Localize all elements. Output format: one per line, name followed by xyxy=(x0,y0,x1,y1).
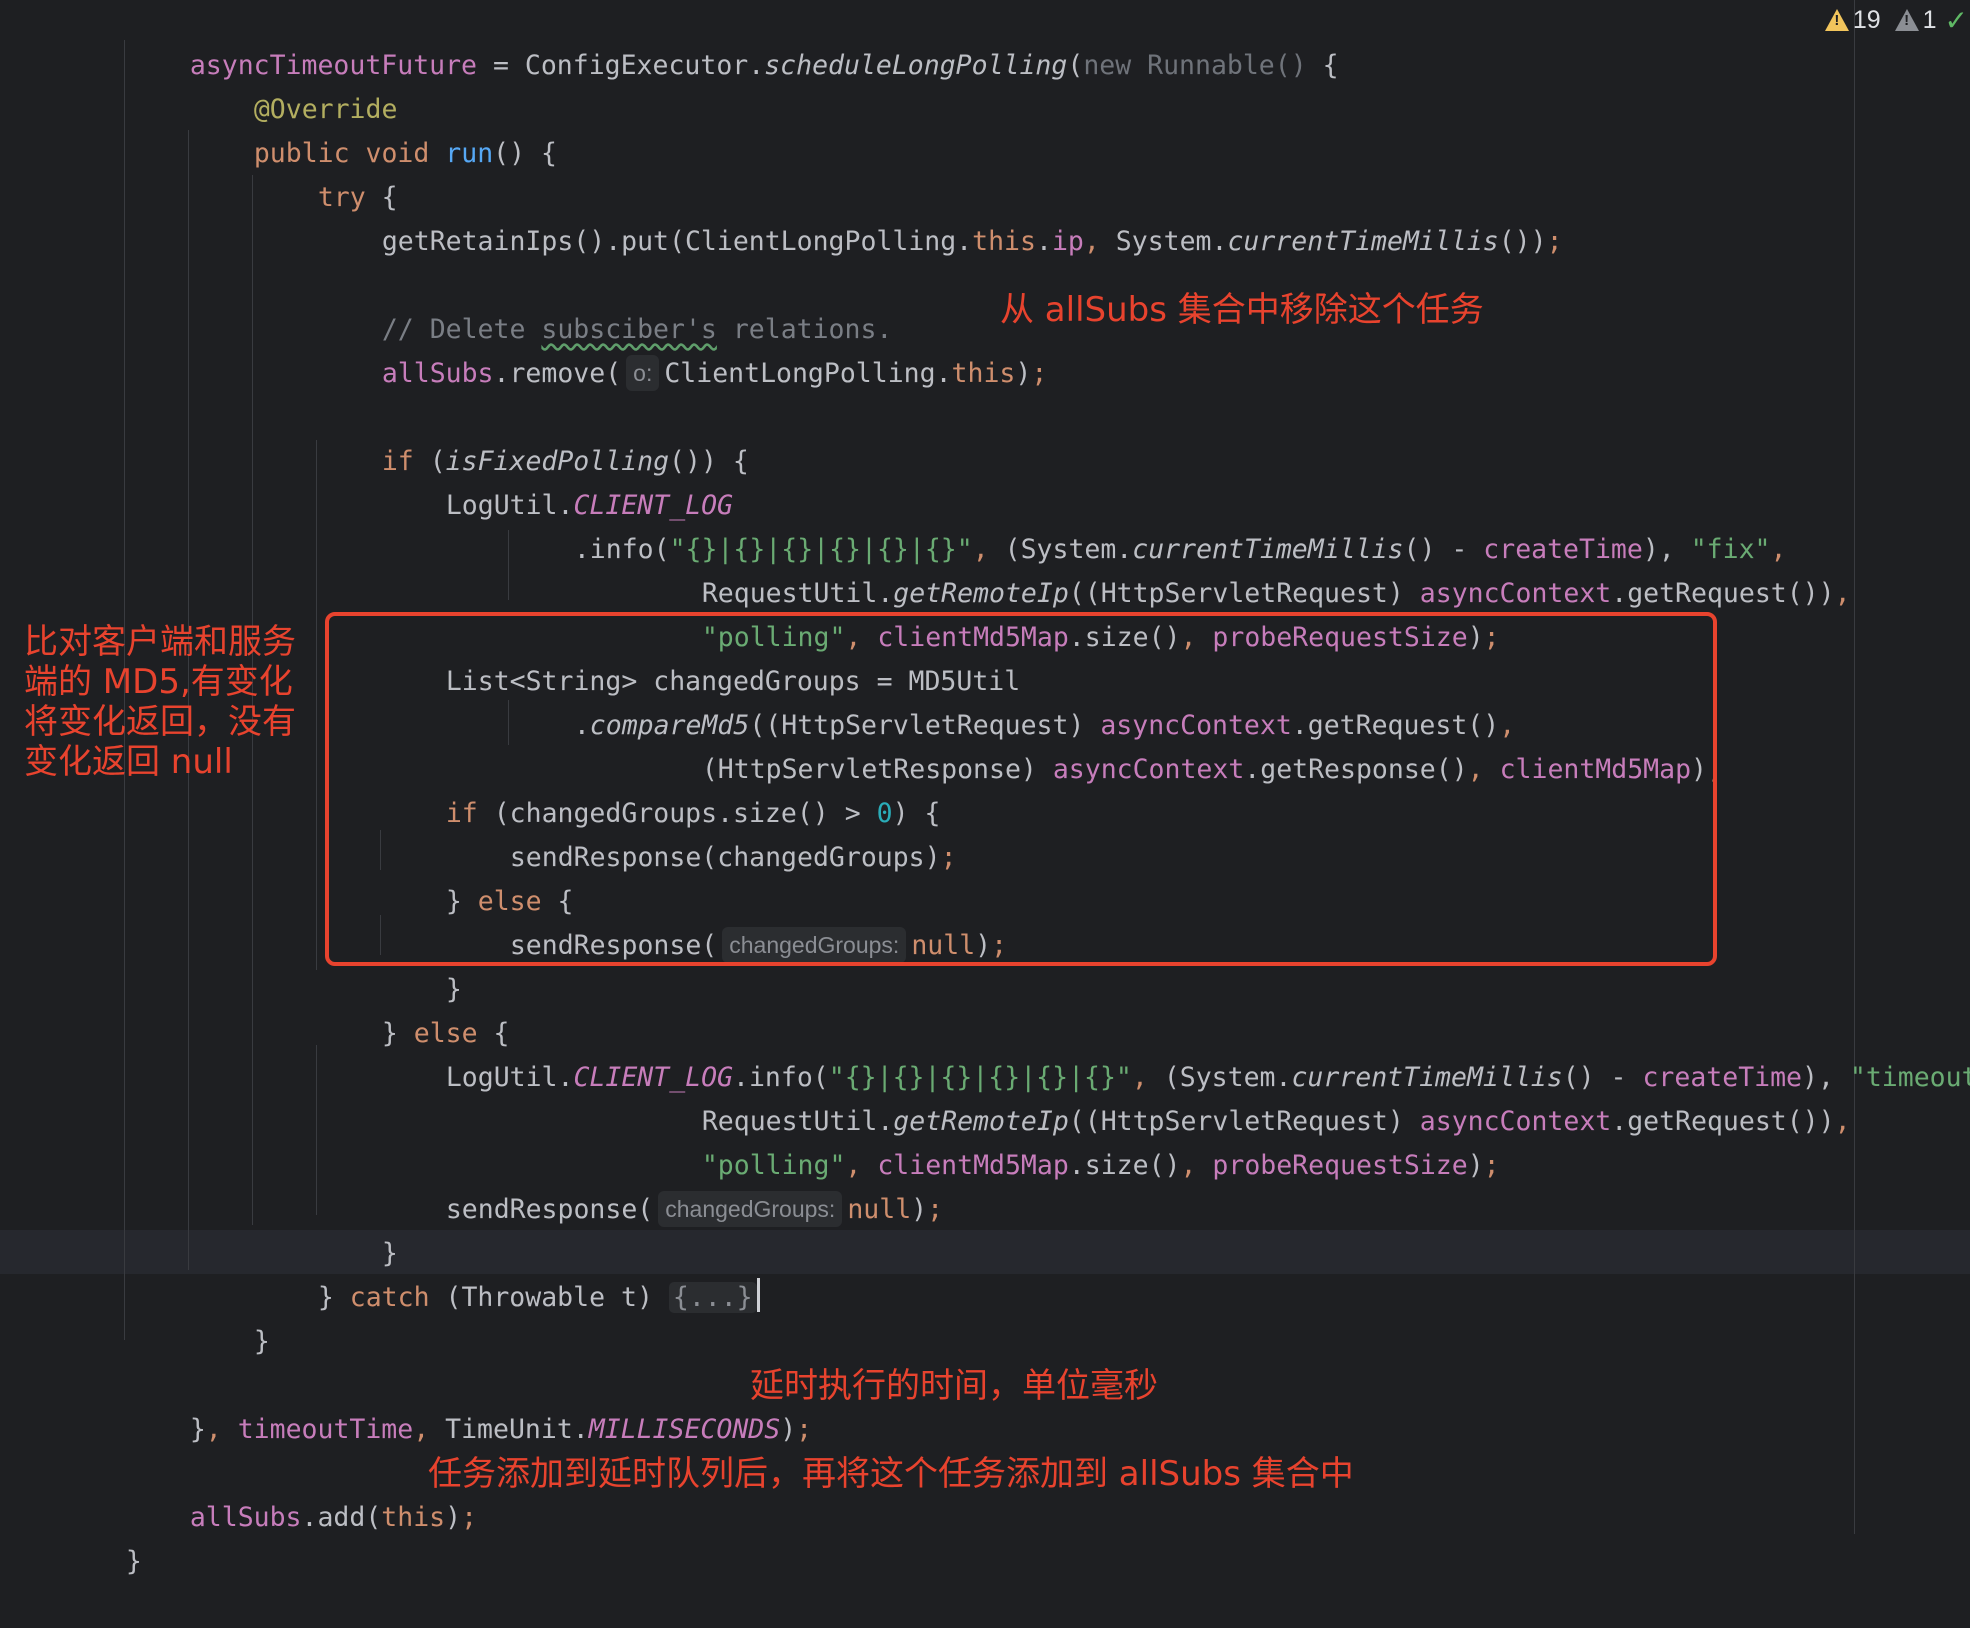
code-token: ) xyxy=(445,1502,462,1533)
code-line[interactable]: asyncTimeoutFuture = ConfigExecutor.sche… xyxy=(0,0,1339,81)
code-line[interactable]: LogUtil.CLIENT_LOG xyxy=(0,440,733,521)
code-token: ) xyxy=(911,1194,928,1225)
right-margin-guide xyxy=(1854,0,1855,1534)
code-token: "timeout" xyxy=(1849,1062,1970,1093)
code-token: (Throwable t) xyxy=(429,1282,669,1313)
code-token: } xyxy=(253,1326,270,1357)
code-token: ) xyxy=(1467,1150,1484,1181)
code-token: probeRequestSize xyxy=(1212,1150,1468,1181)
code-token: this xyxy=(381,1502,446,1533)
code-token: ) xyxy=(780,1414,797,1445)
code-line[interactable]: } catch (Throwable t) {...} xyxy=(0,1232,760,1313)
code-line[interactable]: @Override xyxy=(0,44,398,125)
text-caret xyxy=(756,1278,760,1312)
code-token: .add( xyxy=(301,1502,382,1533)
code-line[interactable]: RequestUtil.getRemoteIp((HttpServletRequ… xyxy=(0,1056,1851,1137)
code-line[interactable]: "polling", clientMd5Map.size(), probeReq… xyxy=(0,572,1500,653)
code-line[interactable]: allSubs.remove(o: ClientLongPolling.this)… xyxy=(0,308,1047,391)
warning-count: 19 xyxy=(1852,5,1881,34)
code-token: currentTimeMillis xyxy=(1227,226,1499,257)
code-comment[interactable]: // Delete subsciber's relations. xyxy=(0,264,893,345)
code-token: .size() xyxy=(1068,1150,1181,1181)
annotation-compare-note: 比对客户端和服务 端的 MD5,有变化 将变化返回，没有 变化返回 null xyxy=(24,622,296,782)
code-token: sendResponse( xyxy=(445,1194,654,1225)
code-token: } xyxy=(317,1282,350,1313)
code-token: , xyxy=(1834,578,1851,609)
code-line[interactable]: getRetainIps().put(ClientLongPolling.thi… xyxy=(0,176,1563,257)
code-token: ) xyxy=(1015,358,1032,389)
code-line[interactable]: public void run() { xyxy=(0,88,557,169)
code-token: ClientLongPolling. xyxy=(664,358,952,389)
code-token: TimeUnit. xyxy=(445,1414,589,1445)
code-token: run xyxy=(445,138,494,169)
annotation-add-note: 任务添加到延时队列后，再将这个任务添加到 allSubs 集合中 xyxy=(428,1454,1354,1494)
code-editor[interactable]: asyncTimeoutFuture = ConfigExecutor.sche… xyxy=(0,0,1970,1577)
annotation-remove-note: 从 allSubs 集合中移除这个任务 xyxy=(1000,290,1484,330)
code-token: this xyxy=(951,358,1016,389)
weak-warning-icon xyxy=(1894,9,1919,31)
code-token: ; xyxy=(1031,358,1048,389)
code-line[interactable]: LogUtil.CLIENT_LOG.info("{}|{}|{}|{}|{}|… xyxy=(0,1012,1970,1093)
code-token: ; xyxy=(927,1194,944,1225)
code-line[interactable]: }, timeoutTime, TimeUnit.MILLISECONDS); xyxy=(0,1364,812,1445)
code-token: this xyxy=(972,226,1036,257)
code-token: null xyxy=(847,1194,912,1225)
code-token: allSubs xyxy=(189,1502,302,1533)
code-token: .getRequest()) xyxy=(1611,1106,1835,1137)
weak-warning-count: 1 xyxy=(1922,5,1937,34)
code-token: } xyxy=(189,1414,206,1445)
code-token: ; xyxy=(1483,1150,1500,1181)
code-line[interactable]: try { xyxy=(0,132,398,213)
code-token: scheduleLongPolling xyxy=(764,50,1068,81)
code-token: ()) xyxy=(1498,226,1547,257)
code-line[interactable]: RequestUtil.getRemoteIp((HttpServletRequ… xyxy=(0,528,1851,609)
code-token: , xyxy=(1083,226,1116,257)
check-icon: ✓ xyxy=(1944,4,1968,36)
code-line[interactable]: if (isFixedPolling()) { xyxy=(0,396,749,477)
code-token: catch xyxy=(349,1282,430,1313)
code-token: MILLISECONDS xyxy=(588,1414,781,1445)
annotation-delay-note: 延时执行的时间，单位毫秒 xyxy=(750,1366,1158,1406)
parameter-hint: changedGroups: xyxy=(658,1191,843,1227)
code-token: , xyxy=(205,1414,238,1445)
code-token: .remove( xyxy=(493,358,622,389)
inspection-widget[interactable]: 19 1 ✓ xyxy=(1824,0,1970,40)
code-token: ; xyxy=(1546,226,1563,257)
code-token: = ConfigExecutor. xyxy=(477,50,765,81)
code-token: , xyxy=(1180,1150,1213,1181)
code-line[interactable]: } xyxy=(0,1188,398,1269)
highlight-box xyxy=(325,612,1717,966)
code-token: ip xyxy=(1051,226,1084,257)
code-token: getRetainIps().put(ClientLongPolling. xyxy=(381,226,973,257)
code-line[interactable]: } xyxy=(0,1496,142,1577)
code-token: timeoutTime xyxy=(237,1414,414,1445)
folded-code-block[interactable]: {...} xyxy=(668,1282,757,1313)
code-token: ; xyxy=(796,1414,813,1445)
code-token: , xyxy=(1834,1106,1851,1137)
code-line[interactable]: allSubs.add(this); xyxy=(0,1452,477,1533)
code-token: } xyxy=(125,1546,142,1577)
code-token: System. xyxy=(1115,226,1228,257)
code-line[interactable]: .info("{}|{}|{}|{}|{}|{}", (System.curre… xyxy=(0,484,1787,565)
code-token: .getRequest()) xyxy=(1611,578,1835,609)
code-token: ; xyxy=(461,1502,478,1533)
parameter-hint: o: xyxy=(626,355,660,391)
warning-icon xyxy=(1824,9,1849,31)
code-token: ( xyxy=(1067,50,1084,81)
code-line[interactable]: "polling", clientMd5Map.size(), probeReq… xyxy=(0,1100,1500,1181)
code-line[interactable]: sendResponse(changedGroups: null); xyxy=(0,1144,943,1227)
code-token: allSubs xyxy=(381,358,494,389)
code-token: . xyxy=(1035,226,1052,257)
code-token: () { xyxy=(493,138,557,169)
code-line[interactable]: } else { xyxy=(0,968,510,1049)
code-token: new Runnable() xyxy=(1083,50,1307,81)
code-line[interactable]: } xyxy=(0,1276,270,1357)
code-token: , xyxy=(413,1414,446,1445)
code-token: { xyxy=(1306,50,1339,81)
